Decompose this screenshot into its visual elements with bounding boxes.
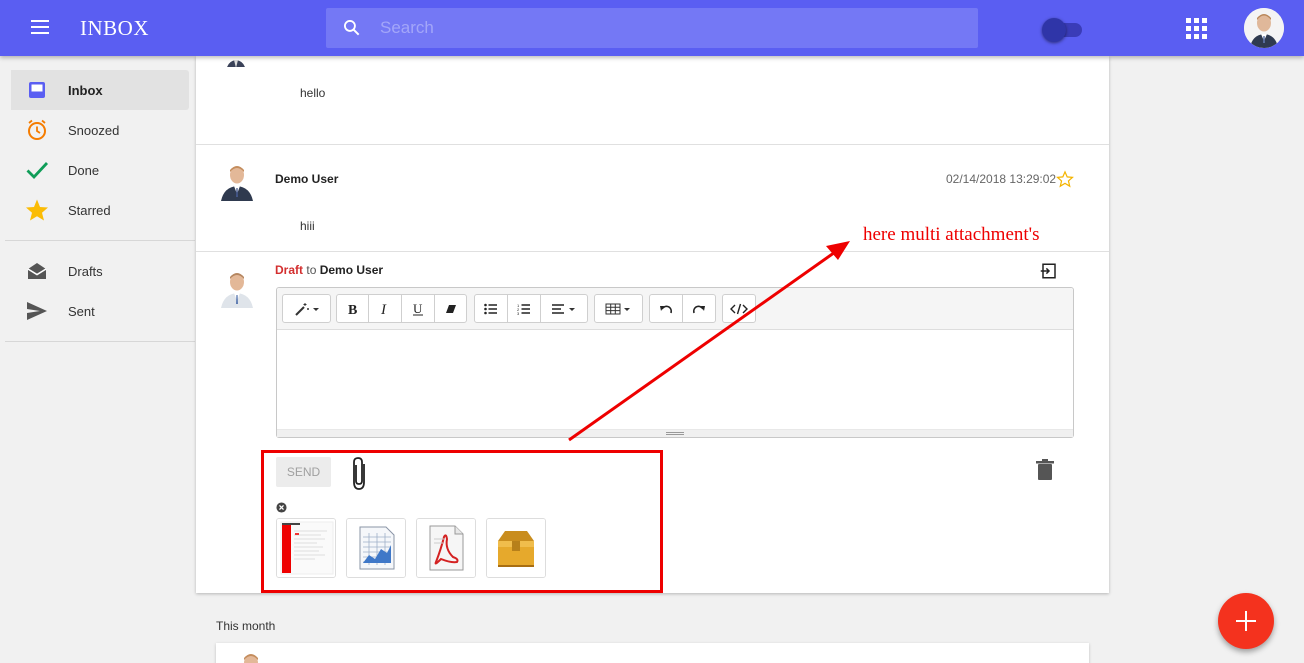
- archive-file-icon: [487, 519, 545, 577]
- annotation-text: here multi attachment's: [863, 224, 1040, 245]
- clear-format-button[interactable]: [434, 294, 467, 323]
- sidebar-item-label: Inbox: [68, 83, 103, 98]
- clock-icon: [28, 119, 46, 140]
- sidebar-divider: [5, 240, 195, 241]
- underline-button[interactable]: U: [401, 294, 435, 323]
- code-view-button[interactable]: [722, 294, 756, 323]
- message-sender: Demo User: [275, 172, 339, 186]
- remove-attachments-icon[interactable]: [276, 502, 287, 513]
- table-button[interactable]: [594, 294, 643, 323]
- message-separator: [196, 144, 1109, 145]
- search-icon[interactable]: [342, 18, 362, 38]
- section-label: This month: [216, 619, 276, 633]
- draft-to-word: to: [306, 263, 317, 277]
- paperclip-icon[interactable]: [348, 456, 370, 492]
- message-body: hello: [300, 86, 326, 100]
- message-avatar: [218, 161, 258, 201]
- undo-icon: [660, 305, 673, 313]
- star-outline-icon[interactable]: [1056, 170, 1074, 188]
- numbered-list-icon: 123: [517, 303, 530, 315]
- sidebar-item-starred[interactable]: Starred: [11, 190, 189, 230]
- message-body: hiii: [300, 219, 315, 233]
- bullet-list-icon: [484, 303, 497, 314]
- sidebar-item-snoozed[interactable]: Snoozed: [11, 110, 189, 150]
- editor-content-area[interactable]: [277, 330, 1073, 430]
- underline-icon: U: [413, 302, 423, 316]
- bullet-list-button[interactable]: [474, 294, 508, 323]
- bold-button[interactable]: B: [336, 294, 369, 323]
- table-icon: [605, 303, 630, 314]
- eraser-icon: [445, 304, 456, 313]
- svg-text:B: B: [348, 303, 357, 316]
- sidebar-item-label: Starred: [68, 203, 111, 218]
- conversation-card: hello Demo User 02/14/2018 13:29:02 hiii…: [196, 32, 1109, 593]
- theme-toggle[interactable]: [1040, 18, 1082, 42]
- draft-avatar: [218, 268, 258, 308]
- svg-text:I: I: [380, 302, 387, 316]
- popout-icon[interactable]: [1040, 262, 1058, 280]
- spreadsheet-file-icon: [347, 519, 405, 577]
- italic-icon: I: [380, 302, 387, 316]
- numbered-list-button[interactable]: 123: [507, 294, 541, 323]
- avatar: [244, 654, 258, 663]
- thread-list-item[interactable]: [216, 643, 1089, 663]
- trash-icon[interactable]: [1036, 459, 1054, 481]
- draft-recipient: Demo User: [319, 263, 384, 277]
- user-avatar[interactable]: [1244, 8, 1284, 48]
- attachment-thumbnail[interactable]: [346, 518, 406, 578]
- align-button[interactable]: [540, 294, 588, 323]
- svg-text:3: 3: [517, 311, 520, 315]
- pdf-file-icon: [417, 519, 475, 577]
- sidebar-item-drafts[interactable]: Drafts: [11, 251, 189, 291]
- image-file-icon: [277, 519, 335, 577]
- italic-button[interactable]: I: [368, 294, 402, 323]
- draft-label: Draft: [275, 263, 304, 277]
- attachment-thumbnail[interactable]: [416, 518, 476, 578]
- sidebar-item-sent[interactable]: Sent: [11, 291, 189, 331]
- svg-text:U: U: [413, 302, 423, 316]
- sidebar-item-label: Snoozed: [68, 123, 120, 138]
- search-bar[interactable]: [326, 8, 978, 48]
- check-icon: [26, 162, 49, 180]
- sidebar-item-label: Sent: [68, 304, 95, 319]
- search-input[interactable]: [380, 8, 960, 48]
- sidebar-item-done[interactable]: Done: [11, 150, 189, 190]
- drafts-icon: [27, 263, 47, 279]
- redo-icon: [692, 305, 705, 313]
- magic-wand-icon: [294, 302, 319, 316]
- top-app-bar: INBOX: [0, 0, 1304, 56]
- redo-button[interactable]: [682, 294, 716, 323]
- bold-icon: B: [348, 303, 357, 316]
- sidebar-item-label: Done: [68, 163, 100, 178]
- sidebar-item-label: Drafts: [68, 264, 103, 279]
- compose-fab-button[interactable]: [1218, 593, 1274, 649]
- code-icon: [730, 303, 748, 314]
- undo-button[interactable]: [649, 294, 683, 323]
- editor-resize-handle[interactable]: [277, 429, 1073, 437]
- star-icon: [26, 199, 48, 221]
- sidebar-item-inbox[interactable]: Inbox: [11, 70, 189, 110]
- style-button[interactable]: [282, 294, 331, 323]
- menu-icon[interactable]: [22, 16, 58, 40]
- apps-grid-icon[interactable]: [1186, 18, 1208, 40]
- message-date: 02/14/2018 13:29:02: [946, 172, 1057, 186]
- editor-toolbar: B I U 123: [277, 288, 1073, 330]
- attachment-thumbnail[interactable]: [486, 518, 546, 578]
- app-title: INBOX: [80, 16, 149, 40]
- send-button[interactable]: SEND: [276, 457, 331, 487]
- sidebar-divider: [5, 341, 195, 342]
- attachment-thumbnail[interactable]: [276, 518, 336, 578]
- inbox-icon: [29, 82, 45, 98]
- send-icon: [27, 302, 47, 320]
- draft-header: Draft to Demo User: [275, 263, 383, 277]
- align-left-icon: [552, 303, 575, 314]
- rich-text-editor[interactable]: B I U 123: [276, 287, 1074, 438]
- message-separator: [196, 251, 1109, 252]
